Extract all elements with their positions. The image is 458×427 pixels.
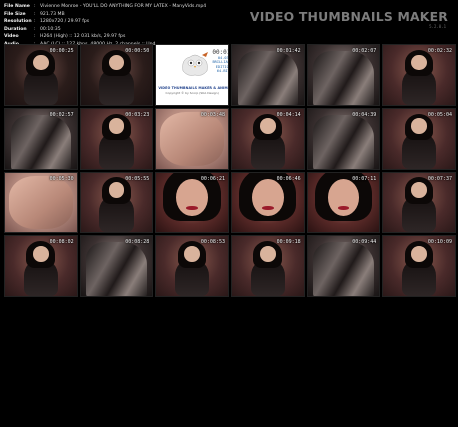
timestamp-label: 00:07:37 (427, 175, 452, 182)
video-thumbnail[interactable]: 00:05:04 (382, 107, 456, 170)
video-thumbnail[interactable]: 00:08:28 (79, 235, 154, 298)
timestamp-label: 00:03:48 (200, 111, 225, 118)
face-shape (108, 182, 125, 198)
face-shape (184, 246, 201, 262)
timestamp-label: 00:08:53 (200, 239, 225, 246)
timestamp-label: 00:05:55 (125, 175, 150, 182)
timestamp-label: 00:08:28 (125, 239, 150, 246)
video-thumbnail[interactable]: 00:07:11 (306, 171, 381, 234)
skin-shape (159, 111, 225, 166)
timestamp-label: 00:04:39 (352, 111, 377, 118)
timestamp-label: 00:04:14 (276, 111, 301, 118)
video-thumbnail[interactable]: 00:08:53 (155, 235, 229, 298)
timestamp-label: 00:01:42 (276, 48, 301, 54)
info-value: H264 (High) :: 12 031 kb/s, 29.97 fps (40, 34, 126, 40)
video-thumbnail[interactable]: 00:03:48 (155, 107, 229, 170)
timestamp-label: 00:03:23 (125, 111, 150, 118)
video-thumbnail[interactable]: 00:09:44 (306, 235, 381, 298)
brand-version: 5.2.0.1 (429, 24, 446, 29)
logo-copyright: Copyright © by Scorp (SKA Design) (165, 91, 219, 95)
video-thumbnail[interactable]: 00:02:32 (382, 44, 456, 106)
timestamp-label: 00:02:07 (352, 48, 377, 54)
info-value: 921.73 MB (40, 11, 65, 17)
video-thumbnail[interactable]: 00:04:14 (230, 107, 305, 170)
latex-shape (237, 50, 298, 105)
latex-shape (86, 242, 147, 297)
lips-shape (337, 206, 350, 210)
face-shape (32, 246, 49, 262)
face-shape (108, 118, 125, 134)
face-shape (252, 178, 284, 216)
video-thumbnail[interactable]: 00:06:46 (230, 171, 305, 234)
video-thumbnail[interactable]: 00:06:21 (155, 171, 229, 234)
latex-shape (313, 242, 374, 297)
latex-shape (10, 114, 71, 169)
timestamp-label: 00:10:09 (427, 239, 452, 246)
face-shape (411, 54, 428, 71)
timestamp-label: 00:05:04 (427, 111, 452, 118)
timestamp-label: 00:09:44 (352, 239, 377, 246)
face-shape (259, 118, 276, 134)
face-shape (411, 118, 428, 134)
info-value: Vivienne Monroe - YOU'LL DO ANYTHING FOR… (40, 4, 207, 9)
video-thumbnail[interactable]: 00:04:39 (306, 107, 381, 170)
video-thumbnail[interactable]: 00:01:42 (230, 44, 305, 106)
info-key: Resolution (4, 19, 32, 25)
info-value: 00:10:35 (40, 26, 61, 32)
video-thumbnail[interactable]: 00:09:18 (230, 235, 305, 298)
info-key: Duration (4, 26, 27, 32)
video-thumbnail[interactable]: 00:05:30 (4, 171, 78, 234)
face-shape (411, 246, 428, 262)
app-logo-tile: 00:01:2604.03BRILLIANCEEDITION64-BIT VIDE… (155, 44, 229, 106)
info-row: Duration:00:10:35 (4, 26, 304, 34)
timestamp-label: 00:00:25 (49, 48, 74, 54)
video-thumbnail[interactable]: 00:00:25 (4, 44, 78, 106)
face-shape (176, 178, 208, 216)
timestamp-label: 00:02:57 (49, 111, 74, 118)
brand-watermark: VIDEO THUMBNAILS MAKER (249, 9, 448, 24)
timestamp-label: 00:05:30 (49, 175, 74, 182)
timestamp-label: 00:06:21 (200, 175, 225, 182)
latex-shape (313, 114, 374, 169)
info-key: File Size (4, 11, 26, 17)
timestamp-label: 00:06:46 (276, 175, 301, 182)
logo-title: VIDEO THUMBNAILS MAKER & ANIMATOR (158, 86, 228, 90)
owl-logo-icon (180, 51, 210, 79)
info-value: 1280x720 / 29.97 fps (40, 19, 90, 25)
latex-shape (313, 50, 374, 105)
clock-line: 64-BIT (216, 69, 229, 74)
info-key: File Name (4, 4, 30, 9)
face-shape (259, 246, 276, 262)
lips-shape (262, 206, 274, 210)
face-shape (327, 178, 360, 216)
face-shape (411, 182, 428, 198)
video-thumbnail[interactable]: 00:00:50 (79, 44, 154, 106)
face-shape (32, 54, 49, 71)
video-thumbnail[interactable]: 00:08:02 (4, 235, 78, 298)
video-thumbnail[interactable]: 00:03:23 (79, 107, 154, 170)
video-thumbnail[interactable]: 00:02:07 (306, 44, 381, 106)
video-thumbnail[interactable]: 00:02:57 (4, 107, 78, 170)
timestamp-label: 00:08:02 (49, 239, 74, 246)
timestamp-label: 00:07:11 (352, 175, 377, 182)
video-thumbnail[interactable]: 00:10:09 (382, 235, 456, 298)
skin-shape (8, 175, 74, 230)
logo-wrap: 00:01:2604.03BRILLIANCEEDITION64-BIT VIDE… (156, 45, 228, 105)
info-row: Video: H264 (High) :: 12 031 kb/s, 29.97 … (4, 33, 304, 41)
video-thumbnail[interactable]: 00:07:37 (382, 171, 456, 234)
video-thumbnail[interactable]: 00:05:55 (79, 171, 154, 234)
thumbnail-grid: 00:00:25 00:00:50 00:01:2604.03BRILLIANCEE… (4, 44, 456, 425)
timestamp-label: 00:00:50 (125, 48, 150, 54)
clock-time: 00:01:26 (212, 49, 228, 56)
clock-readout: 00:01:2604.03BRILLIANCEEDITION64-BIT (212, 49, 229, 74)
info-key: Video (4, 34, 19, 40)
timestamp-label: 00:02:32 (427, 48, 452, 54)
timestamp-label: 00:09:18 (276, 239, 301, 246)
lips-shape (186, 206, 198, 210)
